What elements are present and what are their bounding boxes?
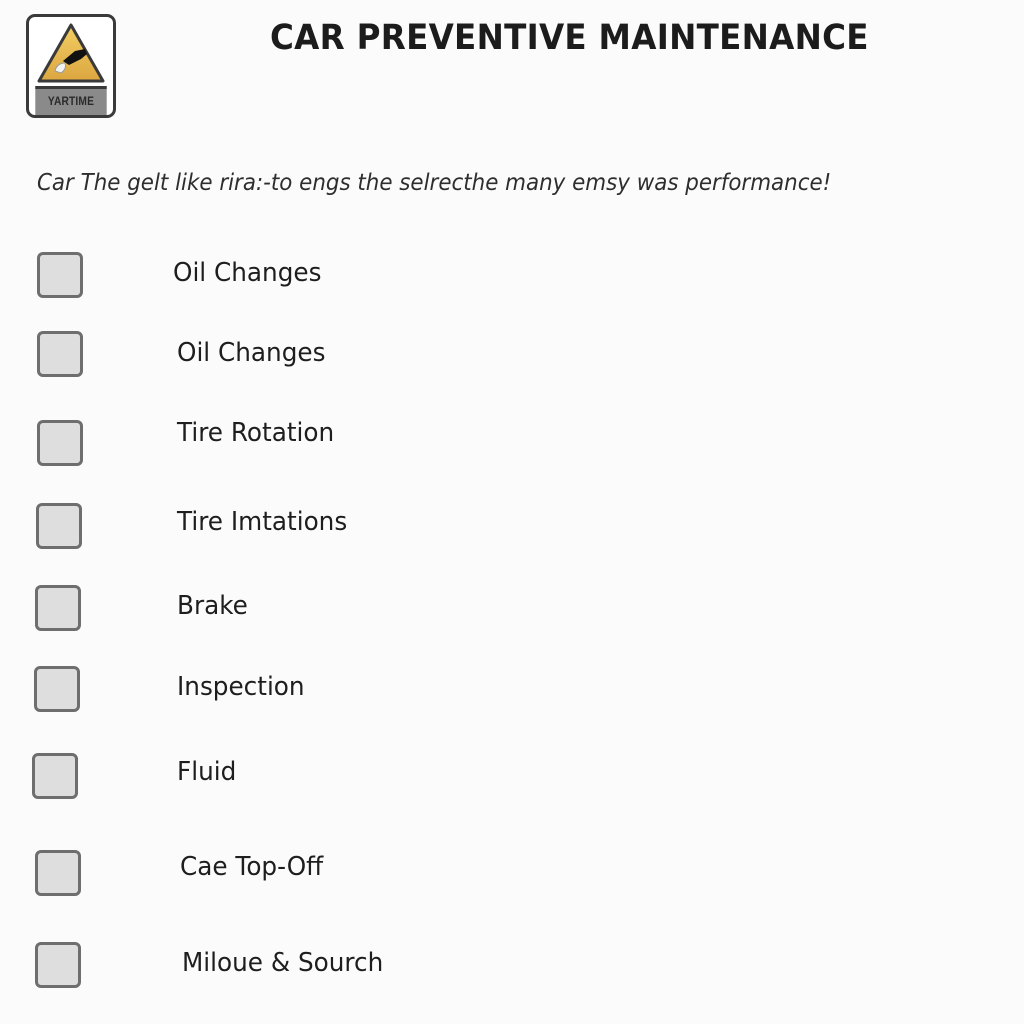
checkbox[interactable]: [34, 666, 80, 712]
checklist-item: Brake: [0, 583, 1024, 643]
checkbox[interactable]: [35, 585, 81, 631]
checklist-item-label: Tire Imtations: [177, 507, 348, 537]
checklist-item: Oil Changes: [0, 248, 1024, 308]
checkbox[interactable]: [35, 850, 81, 896]
checklist-item-label: Oil Changes: [173, 258, 322, 288]
checkbox[interactable]: [37, 331, 83, 377]
checklist-item-label: Oil Changes: [177, 338, 326, 368]
page-title: CAR PREVENTIVE MAINTENANCE: [270, 18, 869, 58]
checklist-item: Inspection: [0, 664, 1024, 724]
checklist-item-label: Brake: [177, 591, 248, 621]
checklist-item: Fluid: [0, 751, 1024, 811]
checklist-item: Miloue & Sourch: [0, 940, 1024, 1000]
page-subtitle: Car The gelt like rira:-to engs the selr…: [37, 170, 832, 196]
checkbox[interactable]: [36, 503, 82, 549]
checklist-item-label: Miloue & Sourch: [182, 948, 384, 978]
checklist-item: Oil Changes: [0, 327, 1024, 387]
checklist-item-label: Cae Top-Off: [180, 852, 324, 882]
checklist-item: Cae Top-Off: [0, 848, 1024, 908]
checklist-item: Tire Rotation: [0, 416, 1024, 476]
checkbox[interactable]: [37, 252, 83, 298]
checklist-item-label: Inspection: [177, 672, 305, 702]
checklist-item: Tire Imtations: [0, 500, 1024, 560]
checklist-item-label: Fluid: [177, 757, 237, 787]
warning-triangle-car-icon: [37, 23, 105, 83]
checklist-item-label: Tire Rotation: [177, 418, 335, 448]
checkbox[interactable]: [35, 942, 81, 988]
checkbox[interactable]: [37, 420, 83, 466]
app-logo: YARTIME: [26, 14, 116, 118]
checkbox[interactable]: [32, 753, 78, 799]
logo-label: YARTIME: [35, 86, 107, 115]
